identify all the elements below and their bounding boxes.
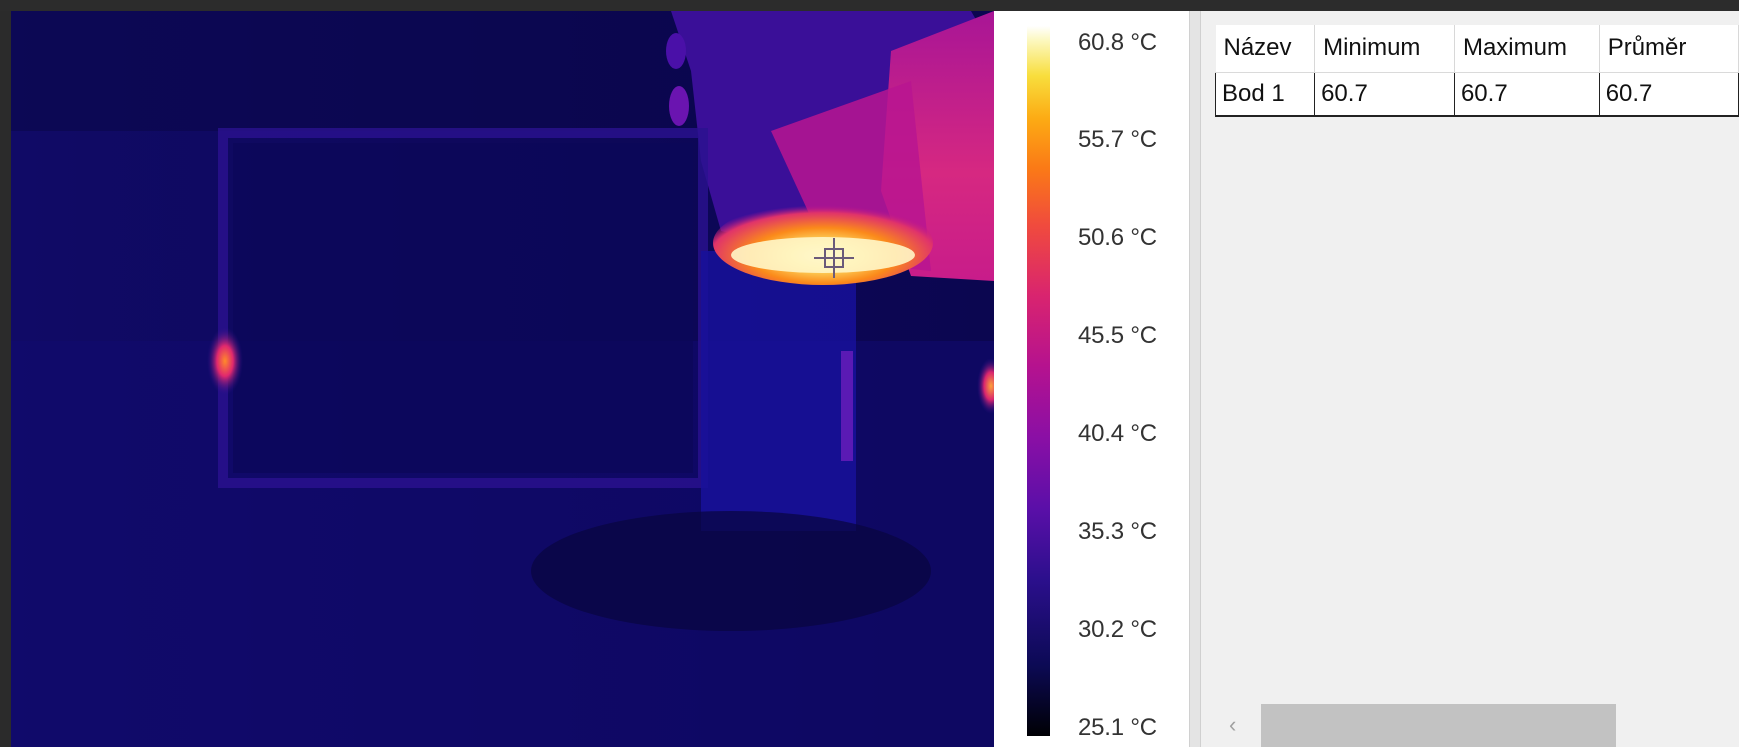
column-header-average[interactable]: Průměr <box>1599 25 1739 73</box>
column-header-maximum[interactable]: Maximum <box>1454 25 1600 73</box>
scale-label: 35.3 °C <box>1078 518 1157 545</box>
cell-maximum[interactable]: 60.7 <box>1453 72 1600 117</box>
panel-splitter[interactable] <box>1189 11 1201 747</box>
thermal-image-view[interactable] <box>11 11 994 747</box>
cell-average[interactable]: 60.7 <box>1598 72 1739 117</box>
measurements-table: Název Minimum Maximum Průměr Bod 1 60.7 … <box>1214 25 1739 117</box>
color-scale-bar <box>1027 26 1050 736</box>
scale-label-max: 60.8 °C <box>1078 29 1157 56</box>
column-header-name[interactable]: Název <box>1215 25 1316 73</box>
scale-label-min: 25.1 °C <box>1078 714 1157 741</box>
thermal-analysis-window: 60.8 °C 55.7 °C 50.6 °C 45.5 °C 40.4 °C … <box>0 0 1739 747</box>
cell-minimum[interactable]: 60.7 <box>1314 72 1455 117</box>
thermal-image <box>11 11 994 747</box>
measurements-panel: Název Minimum Maximum Průměr Bod 1 60.7 … <box>1201 11 1739 747</box>
chevron-left-icon[interactable]: ‹ <box>1229 712 1236 738</box>
column-header-minimum[interactable]: Minimum <box>1314 25 1455 73</box>
color-scale-panel: 60.8 °C 55.7 °C 50.6 °C 45.5 °C 40.4 °C … <box>994 11 1189 747</box>
cell-name[interactable]: Bod 1 <box>1214 72 1316 117</box>
window-top-strip <box>0 0 1739 11</box>
table-header-row: Název Minimum Maximum Průměr <box>1215 25 1739 73</box>
scale-label: 40.4 °C <box>1078 420 1157 447</box>
scale-label: 50.6 °C <box>1078 224 1157 251</box>
scrollbar-thumb[interactable] <box>1261 704 1616 747</box>
scale-label: 55.7 °C <box>1078 126 1157 153</box>
table-row[interactable]: Bod 1 60.7 60.7 60.7 <box>1214 72 1739 117</box>
scale-label: 30.2 °C <box>1078 616 1157 643</box>
scale-label: 45.5 °C <box>1078 322 1157 349</box>
horizontal-scrollbar[interactable]: ‹ <box>1215 704 1739 747</box>
